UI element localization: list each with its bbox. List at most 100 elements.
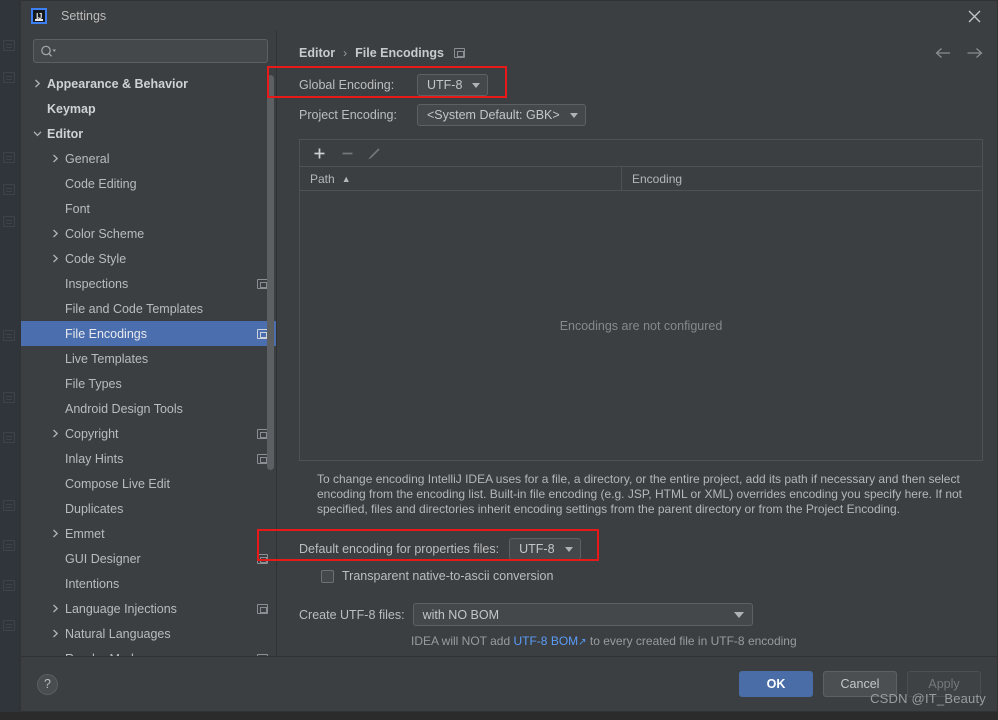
watermark: CSDN @IT_Beauty	[870, 691, 986, 706]
sidebar-item-android-design-tools[interactable]: Android Design Tools	[21, 396, 276, 421]
sidebar-item-label: Duplicates	[65, 501, 124, 516]
properties-encoding-row: Default encoding for properties files: U…	[299, 537, 983, 561]
column-header-encoding[interactable]: Encoding	[622, 167, 682, 190]
background-glyph	[3, 620, 15, 631]
chevron-right-icon[interactable]	[31, 77, 44, 90]
title-bar: IJ Settings	[21, 1, 997, 31]
sidebar-item-label: File Types	[65, 376, 122, 391]
chevron-right-icon[interactable]	[49, 227, 62, 240]
breadcrumb-current: File Encodings	[355, 46, 445, 60]
chevron-right-icon[interactable]	[49, 602, 62, 615]
sidebar-item-language-injections[interactable]: Language Injections	[21, 596, 276, 621]
bottom-edge-bar	[0, 712, 998, 720]
sidebar-item-compose-live-edit[interactable]: Compose Live Edit	[21, 471, 276, 496]
plus-icon[interactable]	[308, 143, 330, 163]
project-level-settings-icon	[257, 553, 268, 564]
sidebar-item-live-templates[interactable]: Live Templates	[21, 346, 276, 371]
sidebar-item-copyright[interactable]: Copyright	[21, 421, 276, 446]
global-encoding-dropdown[interactable]: UTF-8	[417, 74, 489, 96]
column-header-path[interactable]: Path ▲	[300, 167, 622, 190]
sidebar-item-general[interactable]: General	[21, 146, 276, 171]
properties-encoding-value: UTF-8	[519, 542, 555, 556]
chevron-down-icon[interactable]	[31, 127, 44, 140]
project-encoding-row: Project Encoding: <System Default: GBK>	[299, 103, 983, 127]
sidebar-item-file-encodings[interactable]: File Encodings	[21, 321, 276, 346]
table-empty-state: Encodings are not configured	[300, 191, 982, 460]
background-glyph	[3, 392, 15, 403]
dialog-footer: ? OK Cancel Apply CSDN @IT_Beauty	[21, 656, 997, 711]
project-level-settings-icon	[257, 603, 268, 614]
sidebar-item-label: General	[65, 151, 110, 166]
sidebar-item-label: Inlay Hints	[65, 451, 124, 466]
sidebar-item-label: File and Code Templates	[65, 301, 204, 316]
project-level-settings-icon[interactable]	[454, 48, 466, 58]
utf8-bom-link[interactable]: UTF-8 BOM	[513, 634, 578, 648]
help-button[interactable]: ?	[37, 673, 58, 695]
sidebar-item-font[interactable]: Font	[21, 196, 276, 221]
chevron-right-icon[interactable]	[49, 527, 62, 540]
background-glyph	[3, 500, 15, 511]
settings-tree[interactable]: Appearance & Behavior Keymap Editor General…	[21, 69, 276, 656]
sidebar-item-file-and-code-templates[interactable]: File and Code Templates	[21, 296, 276, 321]
sidebar-item-natural-languages[interactable]: Natural Languages	[21, 621, 276, 646]
screenshot-root: IJ Settings Appearance & Behavior Keymap…	[0, 0, 998, 720]
sidebar-item-emmet[interactable]: Emmet	[21, 521, 276, 546]
breadcrumb-parent[interactable]: Editor	[299, 46, 335, 60]
breadcrumb-separator: ›	[343, 46, 348, 60]
chevron-right-icon[interactable]	[49, 152, 62, 165]
sidebar-item-intentions[interactable]: Intentions	[21, 571, 276, 596]
background-glyph	[3, 184, 15, 195]
chevron-right-icon[interactable]	[49, 627, 62, 640]
table-toolbar	[300, 140, 982, 167]
arrow-right-icon	[967, 48, 983, 58]
file-encodings-page: Editor › File Encodings Global Encoding:…	[277, 31, 997, 656]
create-utf8-value: with NO BOM	[422, 607, 499, 622]
sidebar-item-duplicates[interactable]: Duplicates	[21, 496, 276, 521]
sidebar-item-label: Language Injections	[65, 601, 177, 616]
bom-note-prefix: IDEA will NOT add	[411, 634, 514, 648]
sidebar-item-inspections[interactable]: Inspections	[21, 271, 276, 296]
sidebar-item-editor[interactable]: Editor	[21, 121, 276, 146]
sidebar-item-appearance-behavior[interactable]: Appearance & Behavior	[21, 71, 276, 96]
sidebar-item-gui-designer[interactable]: GUI Designer	[21, 546, 276, 571]
encodings-table: Path ▲ Encoding Encodings are not config…	[299, 139, 983, 461]
navigation-arrows	[935, 43, 983, 63]
create-utf8-dropdown[interactable]: with NO BOM	[412, 603, 753, 626]
sidebar-scrollbar[interactable]	[267, 75, 274, 470]
chevron-down-icon	[569, 112, 578, 118]
intellij-idea-logo-icon: IJ	[31, 8, 47, 24]
background-glyph	[3, 152, 15, 163]
window-title: Settings	[61, 9, 107, 23]
transparent-native-to-ascii-checkbox[interactable]	[321, 569, 334, 583]
background-glyph	[3, 330, 15, 341]
chevron-right-icon[interactable]	[49, 252, 62, 265]
sidebar-item-color-scheme[interactable]: Color Scheme	[21, 221, 276, 246]
search-input[interactable]	[33, 39, 268, 63]
background-glyph	[3, 540, 15, 551]
sidebar-item-label: GUI Designer	[65, 551, 141, 566]
background-ide-strip	[0, 0, 20, 720]
ok-button[interactable]: OK	[739, 671, 813, 697]
transparent-native-to-ascii-label: Transparent native-to-ascii conversion	[342, 569, 554, 583]
chevron-right-icon[interactable]	[49, 427, 62, 440]
global-encoding-row: Global Encoding: UTF-8	[299, 73, 983, 97]
sidebar-item-code-editing[interactable]: Code Editing	[21, 171, 276, 196]
sidebar-item-inlay-hints[interactable]: Inlay Hints	[21, 446, 276, 471]
project-encoding-dropdown[interactable]: <System Default: GBK>	[417, 104, 586, 126]
sidebar-item-reader-mode[interactable]: Reader Mode	[21, 646, 276, 656]
sidebar-item-file-types[interactable]: File Types	[21, 371, 276, 396]
properties-encoding-dropdown[interactable]: UTF-8	[509, 538, 581, 560]
sidebar-item-code-style[interactable]: Code Style	[21, 246, 276, 271]
transparent-native-to-ascii-row[interactable]: Transparent native-to-ascii conversion	[299, 569, 983, 583]
minus-icon	[336, 143, 358, 163]
background-glyph	[3, 580, 15, 591]
close-icon[interactable]	[951, 1, 997, 31]
sidebar-item-keymap[interactable]: Keymap	[21, 96, 276, 121]
sidebar-item-label: Code Style	[65, 251, 127, 266]
column-header-encoding-label: Encoding	[632, 171, 683, 186]
